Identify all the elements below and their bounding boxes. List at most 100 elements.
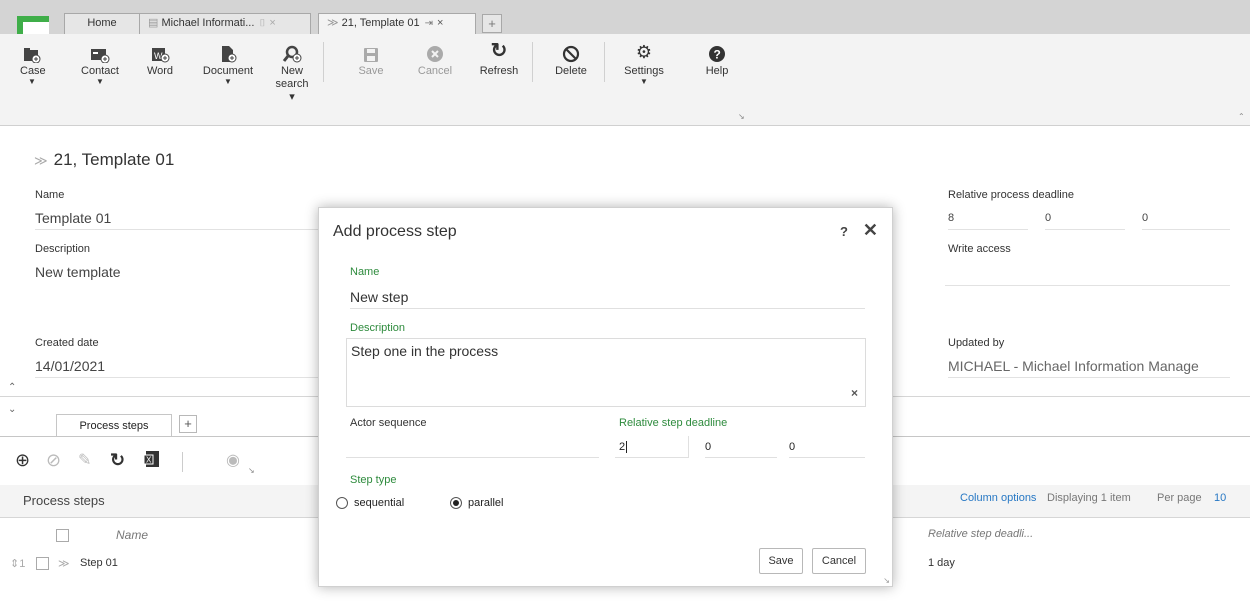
sequential-radio[interactable] xyxy=(336,497,348,509)
tab-home[interactable]: Home xyxy=(64,13,140,34)
toolbar-expand-icon[interactable]: ↘ xyxy=(248,466,255,475)
search-add-icon xyxy=(272,37,312,63)
tab-bar: Home ▤ Michael Informati... ⌷ × ≫ 21, Temp… xyxy=(0,0,1250,44)
collapse-down-icon[interactable]: ⌄ xyxy=(8,404,16,415)
cancel-circle-icon xyxy=(415,37,455,63)
pin-icon[interactable]: ⌷ xyxy=(259,18,265,29)
updated-by-field: MICHAEL - Michael Information Manage xyxy=(948,356,1230,378)
svg-text:X: X xyxy=(146,456,152,465)
help-button[interactable]: ? Help xyxy=(702,37,732,78)
word-doc-icon: W xyxy=(145,37,175,63)
word-button[interactable]: W Word xyxy=(145,37,175,78)
ribbon-toolbar: Case ▼ Contact ▼ W Word Document ▼ New s… xyxy=(0,34,1250,126)
created-date-field: 14/01/2021 xyxy=(35,356,325,378)
dialog-title: Add process step xyxy=(333,223,457,240)
description-label: Description xyxy=(35,243,91,255)
step-description-input[interactable]: Step one in the process × xyxy=(346,338,866,407)
column-name-header[interactable]: Name xyxy=(116,528,148,542)
deadline-months-field[interactable]: 8 xyxy=(948,208,1028,230)
close-tab-icon[interactable]: × xyxy=(437,17,443,29)
ribbon-divider xyxy=(323,42,324,82)
add-process-step-dialog: Add process step ? ✕ Name New step Descr… xyxy=(318,207,893,587)
write-access-field[interactable] xyxy=(945,264,1230,286)
ribbon-divider xyxy=(604,42,605,82)
gear-icon: ⚙ xyxy=(635,42,653,62)
eye-icon[interactable]: ◉ xyxy=(226,450,240,470)
tab-process-steps[interactable]: Process steps xyxy=(56,414,172,436)
resize-handle-icon[interactable]: ↘ xyxy=(883,576,890,585)
dialog-cancel-button[interactable]: Cancel xyxy=(812,548,866,574)
deadline-weeks-field[interactable]: 0 xyxy=(1045,208,1125,230)
prohibited-icon xyxy=(550,37,592,63)
add-tab-button[interactable]: + xyxy=(179,415,197,433)
step-description-label: Description xyxy=(350,322,406,334)
process-step-icon: ≫ xyxy=(58,558,70,570)
ribbon-collapse-icon[interactable]: ⌃ xyxy=(1238,112,1245,121)
tab-template[interactable]: ≫ 21, Template 01 ⇥ × xyxy=(318,13,476,34)
toolbar-divider xyxy=(182,452,183,472)
step-deadline-days-input[interactable]: 0 xyxy=(789,436,865,458)
write-access-label: Write access xyxy=(948,243,1011,255)
drag-handle-icon[interactable]: ⇕ xyxy=(10,558,19,570)
new-search-button[interactable]: New search ▾ xyxy=(272,37,312,104)
collapse-up-icon[interactable]: ⌃ xyxy=(8,382,16,393)
deadline-days-field[interactable]: 0 xyxy=(1142,208,1230,230)
updated-by-label: Updated by xyxy=(948,337,1005,349)
ribbon-expand-icon[interactable]: ↘ xyxy=(738,112,745,121)
tab-contact[interactable]: ▤ Michael Informati... ⌷ × xyxy=(139,13,311,34)
refresh-icon[interactable]: ↻ xyxy=(110,450,125,471)
step-name-label: Name xyxy=(350,266,380,278)
parallel-option-label[interactable]: parallel xyxy=(468,497,503,509)
grid-title: Process steps xyxy=(23,493,105,508)
new-tab-button[interactable]: + xyxy=(482,14,502,33)
name-field[interactable]: Template 01 xyxy=(35,208,325,230)
parallel-radio[interactable] xyxy=(450,497,462,509)
contact-card-icon: ▤ xyxy=(148,17,159,29)
help-icon[interactable]: ? xyxy=(840,224,848,239)
column-deadline-header[interactable]: Relative step deadli... xyxy=(928,528,1033,540)
per-page-label: Per page xyxy=(1157,492,1202,504)
actor-sequence-label: Actor sequence xyxy=(350,417,427,429)
select-all-checkbox[interactable] xyxy=(56,529,69,542)
refresh-button[interactable]: ↻ Refresh xyxy=(478,37,520,78)
delete-button[interactable]: Delete xyxy=(550,37,592,78)
contact-add-icon xyxy=(75,37,125,63)
step-name-input[interactable]: New step xyxy=(350,287,865,309)
record-title: ≫ 21, Template 01 xyxy=(34,150,175,169)
prohibited-icon[interactable]: ⊘ xyxy=(46,450,61,471)
step-deadline-weeks-input[interactable]: 0 xyxy=(705,436,777,458)
case-button[interactable]: Case ▼ xyxy=(20,37,46,86)
document-add-icon xyxy=(198,37,258,63)
row-order[interactable]: ⇕1 xyxy=(10,557,25,570)
close-icon[interactable]: ✕ xyxy=(863,220,878,241)
settings-button[interactable]: ⚙ Settings ▼ xyxy=(620,37,668,86)
clear-icon[interactable]: × xyxy=(851,386,858,400)
cancel-button[interactable]: Cancel xyxy=(415,37,455,78)
add-circle-icon[interactable]: ⊕ xyxy=(15,450,30,471)
folder-add-icon xyxy=(20,37,44,63)
row-name[interactable]: Step 01 xyxy=(80,557,118,569)
template-icon: ≫ xyxy=(327,17,339,29)
close-tab-icon[interactable]: × xyxy=(269,17,275,29)
column-options-link[interactable]: Column options xyxy=(960,492,1036,504)
save-button[interactable]: Save xyxy=(356,37,386,78)
template-icon: ≫ xyxy=(34,153,48,168)
row-checkbox[interactable] xyxy=(36,557,49,570)
document-button[interactable]: Document ▼ xyxy=(198,37,258,86)
description-field[interactable]: New template xyxy=(35,262,325,284)
pin-icon[interactable]: ⇥ xyxy=(425,18,433,29)
ribbon-divider xyxy=(532,42,533,82)
sequential-option-label[interactable]: sequential xyxy=(354,497,404,509)
step-deadline-months-input[interactable]: 2 xyxy=(615,436,689,458)
per-page-value[interactable]: 10 xyxy=(1214,492,1226,504)
created-date-label: Created date xyxy=(35,337,99,349)
relative-process-deadline-label: Relative process deadline xyxy=(948,189,1074,201)
actor-sequence-input[interactable] xyxy=(346,436,599,458)
dialog-save-button[interactable]: Save xyxy=(759,548,803,574)
displaying-count: Displaying 1 item xyxy=(1047,492,1131,504)
edit-icon[interactable]: ✎ xyxy=(78,450,91,470)
help-circle-icon: ? xyxy=(702,37,732,63)
step-type-label: Step type xyxy=(350,474,397,486)
excel-export-icon[interactable]: X xyxy=(143,450,161,473)
contact-button[interactable]: Contact ▼ xyxy=(75,37,125,86)
